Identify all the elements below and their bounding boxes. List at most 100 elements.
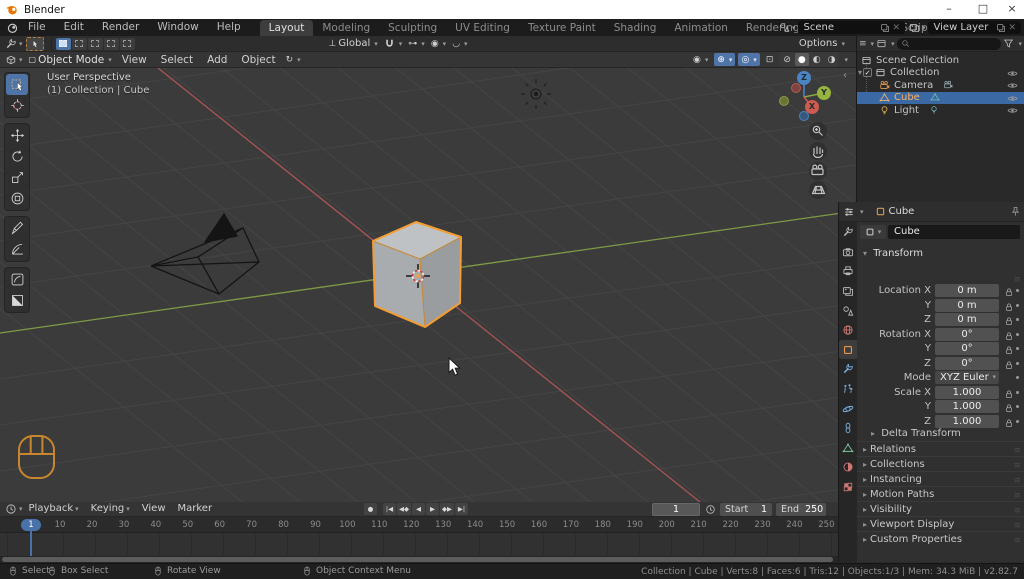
jump-start-button[interactable]: |◀ bbox=[383, 503, 396, 515]
outliner-row-scene-collection[interactable]: Scene Collection bbox=[857, 54, 1024, 67]
eye-icon[interactable] bbox=[1007, 68, 1018, 80]
animate-dot[interactable] bbox=[1016, 361, 1019, 365]
eye-icon[interactable] bbox=[1007, 105, 1018, 117]
select-mode-invert[interactable] bbox=[103, 37, 119, 50]
xray-toggle[interactable]: ⊡ bbox=[763, 53, 777, 66]
collection-menu-icon[interactable] bbox=[876, 38, 887, 49]
shading-solid-button[interactable]: ● bbox=[794, 53, 809, 66]
playhead[interactable] bbox=[30, 530, 32, 556]
outliner-item-label[interactable]: Collection bbox=[890, 67, 939, 78]
timeline-menu-keying[interactable]: Keying ▾ bbox=[85, 501, 136, 517]
properties-tab-material[interactable] bbox=[839, 457, 857, 477]
properties-tab-render[interactable] bbox=[839, 242, 857, 262]
animate-dot[interactable] bbox=[1016, 405, 1019, 408]
current-frame-field[interactable]: 1 bbox=[652, 503, 700, 516]
animate-dot[interactable] bbox=[1016, 390, 1019, 394]
viewport-menu-object[interactable]: Object bbox=[234, 52, 282, 68]
prev-keyframe-button[interactable]: ◀◆ bbox=[397, 503, 411, 515]
properties-tab-constraints[interactable] bbox=[839, 418, 857, 438]
outliner-item-label[interactable]: Light bbox=[894, 105, 919, 116]
workspace-tab-modeling[interactable]: Modeling bbox=[313, 20, 379, 36]
delta-transform-panel[interactable]: ▸ Delta Transform bbox=[871, 428, 961, 439]
eye-icon[interactable] bbox=[1007, 80, 1018, 92]
select-mode-new[interactable] bbox=[55, 37, 71, 50]
editor-type-icon[interactable] bbox=[5, 38, 17, 50]
viewport-3d[interactable] bbox=[0, 68, 856, 502]
menu-help[interactable]: Help bbox=[208, 19, 250, 36]
last-operator-dropdown[interactable]: ↻ ▾ bbox=[283, 53, 304, 66]
select-mode-subtract[interactable] bbox=[87, 37, 103, 50]
unlink-icon[interactable]: ✕ bbox=[1006, 23, 1018, 33]
copy-icon[interactable] bbox=[996, 23, 1006, 33]
shading-wireframe-button[interactable]: ⊘ bbox=[780, 53, 794, 66]
tool-transform[interactable] bbox=[6, 188, 28, 209]
play-button[interactable]: ▶ bbox=[426, 503, 439, 515]
play-reverse-button[interactable]: ◀ bbox=[412, 503, 425, 515]
properties-tab-tool[interactable] bbox=[839, 222, 857, 242]
outliner-row-cube[interactable]: Cube bbox=[857, 91, 1024, 105]
transform-value-field[interactable]: 0° bbox=[935, 342, 999, 355]
properties-tab-object[interactable] bbox=[839, 339, 857, 360]
lock-icon[interactable] bbox=[1004, 329, 1014, 342]
animate-dot[interactable] bbox=[1016, 347, 1019, 350]
snap-target-dropdown[interactable]: ⊶ ▾ bbox=[405, 37, 428, 50]
shading-material-button[interactable]: ◐ bbox=[810, 53, 824, 66]
tool-cursor[interactable] bbox=[6, 95, 28, 116]
panel-custom-properties[interactable]: ▸ Custom Properties ≡ bbox=[857, 531, 1024, 546]
properties-tab-output[interactable] bbox=[839, 261, 857, 281]
view-layer-name[interactable]: View Layer bbox=[931, 22, 997, 33]
transform-value-field[interactable]: 0° bbox=[935, 327, 999, 341]
properties-tab-texture[interactable] bbox=[839, 477, 857, 497]
properties-tab-scene[interactable] bbox=[839, 300, 857, 320]
lock-icon[interactable] bbox=[1004, 314, 1014, 327]
eye-icon[interactable] bbox=[1007, 93, 1018, 105]
frame-start-field[interactable]: Start 1 bbox=[720, 503, 772, 516]
active-tool-button[interactable] bbox=[25, 36, 44, 51]
gizmo-y-label[interactable]: Y bbox=[820, 88, 828, 97]
maximize-button[interactable]: □ bbox=[966, 0, 1000, 19]
panel-viewport-display[interactable]: ▸ Viewport Display ≡ bbox=[857, 516, 1024, 531]
snap-toggle[interactable]: ▾ bbox=[381, 37, 406, 50]
overlays-toggle[interactable]: ◎ ▾ bbox=[738, 53, 760, 66]
workspace-tab-uv-editing[interactable]: UV Editing bbox=[446, 20, 519, 36]
unlink-icon[interactable]: ✕ bbox=[890, 23, 902, 33]
timeline-tracks[interactable] bbox=[0, 533, 856, 556]
transform-value-field[interactable]: 0° bbox=[935, 356, 999, 370]
lock-icon[interactable] bbox=[1004, 387, 1014, 400]
tool-extrude[interactable] bbox=[6, 290, 28, 311]
panel-motion-paths[interactable]: ▸ Motion Paths ≡ bbox=[857, 486, 1024, 501]
animate-dot[interactable] bbox=[1016, 303, 1019, 307]
display-mode-icon[interactable]: ≡ bbox=[859, 39, 867, 49]
animate-dot[interactable] bbox=[1016, 419, 1019, 423]
panel-collections[interactable]: ▸ Collections ≡ bbox=[857, 456, 1024, 471]
panel-instancing[interactable]: ▸ Instancing ≡ bbox=[857, 471, 1024, 486]
properties-tab-particles[interactable] bbox=[839, 379, 857, 399]
expand-icon[interactable]: ▾ bbox=[858, 68, 862, 77]
editor-type-icon[interactable] bbox=[5, 54, 17, 66]
properties-tab-world[interactable] bbox=[839, 320, 857, 340]
object-name-field[interactable]: Cube bbox=[888, 225, 1020, 239]
pin-icon[interactable] bbox=[1010, 206, 1021, 217]
mode-dropdown[interactable]: ▢ Object Mode ▾ bbox=[26, 53, 115, 66]
gizmos-toggle[interactable]: ⊕ ▾ bbox=[714, 53, 736, 66]
editor-type-icon[interactable] bbox=[843, 206, 855, 218]
object-id-dropdown[interactable]: ▾ bbox=[860, 225, 886, 239]
gizmo-x-label[interactable]: X bbox=[808, 102, 816, 111]
lock-icon[interactable] bbox=[1004, 300, 1014, 313]
blender-menu-icon[interactable] bbox=[6, 21, 19, 34]
tool-scale[interactable] bbox=[6, 167, 28, 188]
workspace-tab-shading[interactable]: Shading bbox=[605, 20, 666, 36]
jump-end-button[interactable]: ▶| bbox=[455, 503, 468, 515]
viewport-menu-view[interactable]: View bbox=[115, 52, 154, 68]
animate-dot[interactable] bbox=[1016, 318, 1019, 321]
lock-icon[interactable] bbox=[1004, 285, 1014, 298]
workspace-tab-layout[interactable]: Layout bbox=[259, 20, 314, 36]
menu-window[interactable]: Window bbox=[148, 19, 207, 36]
search-input[interactable] bbox=[896, 37, 1002, 50]
collection-checkbox[interactable]: ✓ bbox=[863, 68, 873, 78]
record-button[interactable]: ● bbox=[364, 503, 377, 515]
shading-dropdown[interactable]: ▾ bbox=[844, 56, 848, 64]
viewport-menu-add[interactable]: Add bbox=[200, 52, 234, 68]
transform-value-field[interactable]: 1.000 bbox=[935, 400, 999, 413]
proportional-editing-toggle[interactable]: ◉ ▾ bbox=[428, 37, 449, 50]
